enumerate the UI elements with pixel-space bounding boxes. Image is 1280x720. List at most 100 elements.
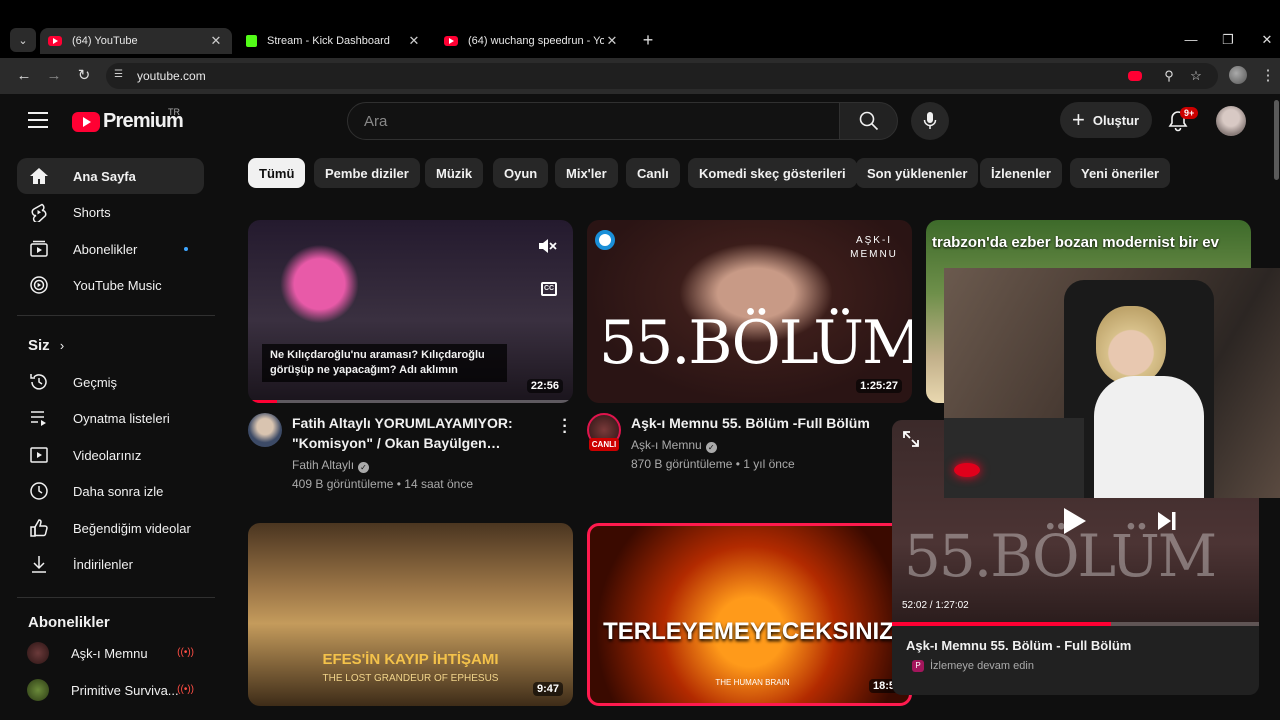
sidebar-item-label: Aşk-ı Memnu (71, 645, 148, 661)
captions-icon[interactable]: CC (541, 282, 557, 296)
miniplayer-title[interactable]: Aşk-ı Memnu 55. Bölüm - Full Bölüm (906, 638, 1131, 653)
restore-icon[interactable]: ❐ (1218, 30, 1238, 50)
sidebar-item-subscriptions[interactable]: Abonelikler (17, 231, 204, 267)
browser-tab-youtube[interactable]: (64) YouTube ✕ (40, 28, 232, 54)
sidebar-item-shorts[interactable]: Shorts (17, 194, 204, 230)
you-heading-label: Siz (28, 337, 50, 354)
sidebar-channel-ask-i-memnu[interactable]: Aşk-ı Memnu ((•)) (17, 635, 204, 671)
sidebar-divider (17, 597, 215, 598)
more-options-icon[interactable]: · · · (561, 413, 569, 441)
chip-watched[interactable]: İzlenenler (980, 158, 1062, 188)
video-duration: 22:56 (526, 379, 563, 393)
live-icon: ((•)) (177, 647, 194, 658)
back-icon[interactable]: ← (14, 66, 34, 86)
chip-comedy-sketches[interactable]: Komedi skeç gösterileri (688, 158, 857, 188)
new-content-dot (184, 247, 188, 251)
close-tab-icon[interactable]: ✕ (208, 33, 224, 49)
video-meta: Fatih Altaylı ✓ 409 B görüntüleme • 14 sa… (292, 456, 473, 494)
next-icon[interactable] (1156, 510, 1178, 532)
minimize-icon[interactable]: — (1181, 30, 1201, 50)
account-avatar[interactable] (1216, 106, 1246, 136)
youtube-extension-icon[interactable] (1128, 71, 1142, 81)
browser-menu-icon[interactable]: ⋮ (1258, 66, 1278, 86)
browser-tab-wuchang[interactable]: (64) wuchang speedrun - YouTube ✕ (436, 28, 628, 54)
rgb-light (954, 463, 980, 477)
sidebar-item-your-videos[interactable]: Videolarınız (17, 437, 204, 473)
sidebar-item-home[interactable]: Ana Sayfa (17, 158, 204, 194)
sidebar-item-downloads[interactable]: İndirilenler (17, 546, 204, 582)
sidebar-item-watch-later[interactable]: Daha sonra izle (17, 473, 204, 509)
video-thumbnail[interactable]: CC Ne Kılıçdaroğlu'nu araması? Kılıçdaro… (248, 220, 573, 403)
address-bar[interactable]: ☰ youtube.com ⚲ ☆ (106, 63, 1218, 89)
miniplayer-progress-fill (892, 622, 1112, 626)
chip-all[interactable]: Tümü (248, 158, 306, 188)
muted-speaker-icon[interactable] (537, 236, 557, 256)
sidebar-you-heading[interactable]: Siz › (28, 337, 64, 354)
browser-tab-kick[interactable]: Stream - Kick Dashboard ✕ (238, 28, 430, 54)
chevron-right-icon: › (59, 338, 65, 353)
sidebar-item-label: Videolarınız (73, 447, 142, 463)
url-text[interactable]: youtube.com (137, 69, 206, 83)
view-count: 870 B görüntüleme • 1 yıl önce (631, 457, 795, 471)
miniplayer-progress-track[interactable] (892, 622, 1259, 626)
search-button[interactable] (839, 102, 898, 140)
sidebar-item-label: Beğendiğim videolar (73, 520, 191, 536)
channel-avatar (27, 679, 49, 701)
bookmark-star-icon[interactable]: ☆ (1187, 68, 1205, 84)
sidebar-item-youtube-music[interactable]: YouTube Music (17, 267, 204, 303)
tab-title: Stream - Kick Dashboard (267, 35, 390, 47)
reload-icon[interactable]: ↻ (74, 66, 94, 86)
chip-new-to-you[interactable]: Yeni öneriler (1070, 158, 1171, 188)
plus-icon: + (1072, 107, 1085, 132)
youtube-play-logo-icon (72, 111, 100, 132)
verified-icon: ✓ (705, 442, 717, 453)
search-input[interactable] (364, 113, 824, 130)
tab-search-button[interactable]: ⌄ (10, 28, 36, 52)
channel-name[interactable]: Aşk-ı Memnu (631, 438, 702, 452)
chip-soap-operas[interactable]: Pembe diziler (314, 158, 420, 188)
close-tab-icon[interactable]: ✕ (604, 33, 620, 49)
sidebar-channel-primitive-survival[interactable]: Primitive Surviva... ((•)) (17, 672, 204, 708)
thumbnail-text: TERLEYEMEYECEKSINIZ! (603, 618, 902, 645)
sidebar-item-liked-videos[interactable]: Beğendiğim videolar (17, 510, 204, 546)
video-thumbnail[interactable]: AŞK-I MEMNU 55.BÖLÜM 1:25:27 (587, 220, 912, 403)
video-title[interactable]: Fatih Altaylı YORUMLAYAMIYOR: "Komisyon"… (292, 413, 552, 453)
voice-search-button[interactable] (911, 102, 949, 140)
chip-music[interactable]: Müzik (425, 158, 484, 188)
miniplayer-subtitle-text: İzlemeye devam edin (930, 660, 1034, 672)
expand-icon[interactable] (902, 430, 920, 448)
thumbnail-subtext: THE LOST GRANDEUR OF EPHESUS (322, 673, 499, 684)
guide-menu-icon[interactable] (28, 112, 48, 128)
youtube-logo[interactable]: Premium (72, 110, 184, 133)
browser-toolbar: ← → ↻ ☰ youtube.com ⚲ ☆ ⋮ (0, 58, 1280, 94)
create-button[interactable]: + Oluştur (1060, 102, 1152, 138)
video-thumbnail[interactable]: TERLEYEMEYECEKSINIZ! THE HUMAN BRAIN 18:… (587, 523, 912, 706)
browser-profile-avatar[interactable] (1229, 66, 1247, 84)
video-thumbnail[interactable]: EFES'İN KAYIP İHTİŞAMI THE LOST GRANDEUR… (248, 523, 573, 706)
chip-mixes[interactable]: Mix'ler (555, 158, 618, 188)
chip-recently-uploaded[interactable]: Son yüklenenler (856, 158, 979, 188)
forward-icon[interactable]: → (44, 66, 64, 86)
chip-live[interactable]: Canlı (626, 158, 680, 188)
video-title[interactable]: Aşk-ı Memnu 55. Bölüm -Full Bölüm (631, 413, 891, 433)
zoom-icon[interactable]: ⚲ (1160, 68, 1178, 84)
new-tab-button[interactable]: + (638, 29, 658, 51)
scrollbar-thumb[interactable] (1274, 100, 1279, 180)
play-icon[interactable] (1062, 506, 1088, 536)
sidebar-item-history[interactable]: Geçmiş (17, 364, 204, 400)
sidebar-item-label: Primitive Surviva... (71, 682, 179, 698)
sidebar-item-label: Daha sonra izle (73, 483, 164, 499)
site-settings-icon[interactable]: ☰ (114, 69, 128, 83)
channel-avatar[interactable] (248, 413, 282, 447)
search-box[interactable] (347, 102, 840, 140)
youtube-header: Premium TR + Oluştur 9+ (0, 94, 1280, 150)
sidebar-item-playlists[interactable]: Oynatma listeleri (17, 400, 204, 436)
country-code: TR (168, 107, 180, 117)
channel-name[interactable]: Fatih Altaylı (292, 458, 354, 472)
close-window-icon[interactable]: ✕ (1257, 30, 1277, 50)
notifications-button[interactable]: 9+ (1168, 107, 1199, 134)
sidebar-divider (17, 315, 215, 316)
chip-gaming[interactable]: Oyun (493, 158, 549, 188)
page-scrollbar[interactable] (1274, 94, 1280, 720)
close-tab-icon[interactable]: ✕ (406, 33, 422, 49)
